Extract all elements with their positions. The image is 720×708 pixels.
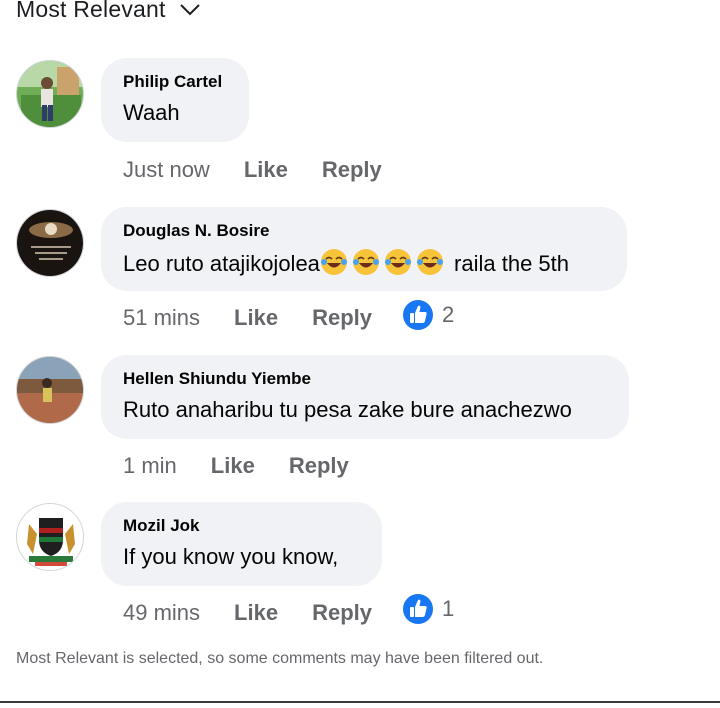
- comment-text: If you know you know,: [123, 544, 339, 569]
- like-button[interactable]: Like: [234, 600, 278, 626]
- laughing-crying-emoji: [416, 249, 443, 275]
- comment-text-suffix: raila the 5th: [447, 251, 569, 276]
- comment-actions: 49 mins Like Reply: [123, 596, 372, 630]
- filter-notice: Most Relevant is selected, so some comme…: [16, 650, 544, 667]
- avatar[interactable]: [16, 209, 84, 277]
- comment-text: Leo ruto atajikojolea raila the 5th: [123, 248, 605, 278]
- comment-text: Ruto anaharibu tu pesa zake bure anachez…: [123, 397, 572, 422]
- comment-bubble: Philip Cartel Waah: [101, 58, 249, 142]
- comment-time[interactable]: Just now: [123, 157, 210, 183]
- reaction-summary[interactable]: 2: [402, 299, 454, 331]
- comment-author[interactable]: Douglas N. Bosire: [123, 221, 605, 241]
- like-button[interactable]: Like: [211, 453, 255, 479]
- sort-dropdown[interactable]: Most Relevant: [16, 0, 200, 23]
- thumbs-up-icon: [403, 300, 433, 330]
- like-button[interactable]: Like: [244, 157, 288, 183]
- avatar[interactable]: [16, 356, 84, 424]
- comment-bubble: Hellen Shiundu Yiembe Ruto anaharibu tu …: [101, 355, 629, 439]
- avatar[interactable]: [16, 60, 84, 128]
- reply-button[interactable]: Reply: [322, 157, 382, 183]
- comment-text-prefix: Leo ruto atajikojolea: [123, 251, 320, 276]
- comment-time[interactable]: 49 mins: [123, 600, 200, 626]
- reply-button[interactable]: Reply: [312, 600, 372, 626]
- sort-label: Most Relevant: [16, 0, 166, 22]
- reaction-count: 2: [442, 302, 455, 327]
- reply-button[interactable]: Reply: [289, 453, 349, 479]
- divider: [0, 701, 720, 703]
- thumbs-up-icon: [403, 594, 433, 624]
- comment-bubble: Mozil Jok If you know you know,: [101, 502, 382, 586]
- comment-actions: 51 mins Like Reply: [123, 301, 372, 335]
- comment-actions: 1 min Like Reply: [123, 449, 349, 483]
- chevron-down-icon: [179, 3, 200, 15]
- comment-author[interactable]: Hellen Shiundu Yiembe: [123, 369, 607, 389]
- laughing-crying-emoji: [320, 249, 347, 275]
- reply-button[interactable]: Reply: [312, 305, 372, 331]
- reaction-count: 1: [442, 596, 455, 621]
- laughing-crying-emoji: [384, 249, 411, 275]
- like-button[interactable]: Like: [234, 305, 278, 331]
- reaction-summary[interactable]: 1: [402, 593, 454, 625]
- comment-actions: Just now Like Reply: [123, 153, 382, 187]
- comment-bubble: Douglas N. Bosire Leo ruto atajikojolea …: [101, 207, 627, 291]
- comment-author[interactable]: Mozil Jok: [123, 516, 360, 536]
- comment-text: Waah: [123, 100, 180, 125]
- comment-time[interactable]: 1 min: [123, 453, 177, 479]
- laughing-crying-emoji: [352, 249, 379, 275]
- avatar[interactable]: [16, 503, 84, 571]
- comment-time[interactable]: 51 mins: [123, 305, 200, 331]
- comment-author[interactable]: Philip Cartel: [123, 72, 227, 92]
